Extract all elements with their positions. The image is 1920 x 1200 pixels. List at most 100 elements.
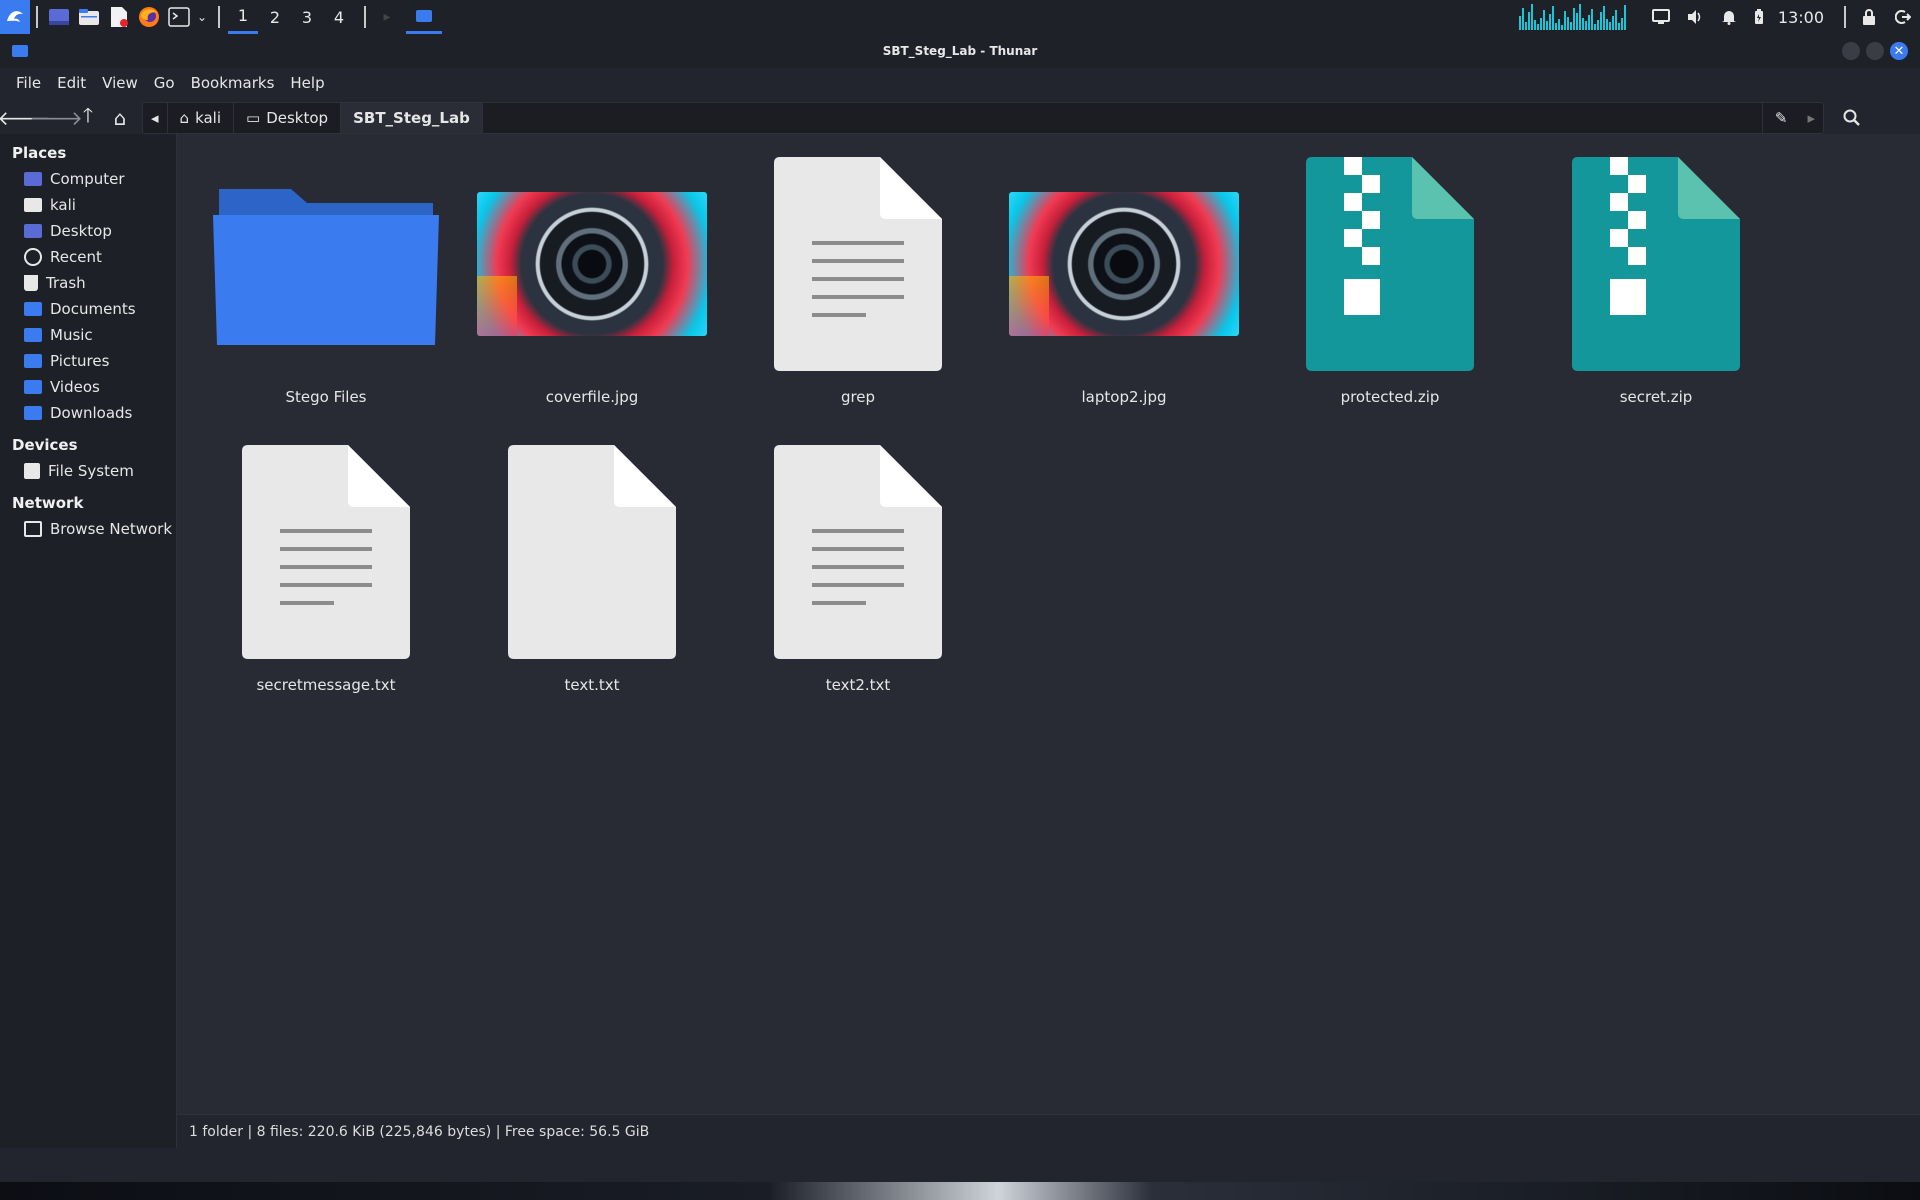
music-folder-icon (24, 328, 42, 342)
sidebar-item-downloads[interactable]: Downloads (0, 400, 176, 426)
terminal-icon[interactable] (164, 0, 194, 34)
sidebar-item-trash[interactable]: Trash (0, 270, 176, 296)
window-title: SBT_Steg_Lab - Thunar (882, 44, 1038, 58)
image-thumbnail (1009, 192, 1239, 336)
lock-icon[interactable] (1852, 0, 1886, 34)
file-item[interactable]: grep (725, 154, 991, 416)
sidebar-item-music[interactable]: Music (0, 322, 176, 348)
home-small-icon: ⌂ (179, 109, 190, 127)
folder-window-icon (12, 45, 28, 57)
close-button[interactable]: ✕ (1890, 42, 1908, 60)
taskbar-thunar-button[interactable] (406, 0, 442, 34)
trash-icon (24, 275, 38, 291)
file-item[interactable]: laptop2.jpg (991, 154, 1257, 416)
forward-arrow-icon[interactable]: 🡒 (29, 102, 83, 134)
menu-bookmarks[interactable]: Bookmarks (183, 74, 283, 92)
minimize-button[interactable] (1842, 42, 1860, 60)
status-text: 1 folder | 8 files: 220.6 KiB (225,846 b… (189, 1123, 650, 1140)
workspace-2[interactable]: 2 (260, 0, 290, 34)
breadcrumb-kali[interactable]: ⌂ kali (168, 103, 235, 133)
workspace-4[interactable]: 4 (324, 0, 354, 34)
sidebar-item-kali[interactable]: kali (0, 192, 176, 218)
file-name: secret.zip (1619, 388, 1693, 406)
menu-file[interactable]: File (8, 74, 49, 92)
file-item[interactable]: secretmessage.txt (193, 442, 459, 704)
file-item[interactable]: secret.zip (1523, 154, 1789, 416)
sidebar-item-documents[interactable]: Documents (0, 296, 176, 322)
search-icon[interactable] (1836, 102, 1868, 134)
sidebar-header-devices: Devices (12, 436, 78, 454)
file-view: Stego Files coverfile.jpg grep laptop2.j… (177, 134, 1920, 1148)
recent-clock-icon (24, 248, 42, 266)
file-item[interactable]: protected.zip (1257, 154, 1523, 416)
clock[interactable]: 13:00 (1778, 8, 1824, 27)
breadcrumb-current[interactable]: SBT_Steg_Lab (341, 103, 483, 133)
videos-folder-icon (24, 380, 42, 394)
sidebar-header-network: Network (12, 494, 84, 512)
scroll-left-icon[interactable]: ◂ (143, 103, 168, 133)
up-arrow-icon[interactable]: 🡑 (72, 102, 104, 134)
sidebar-item-browse-network[interactable]: Browse Network (0, 516, 176, 542)
file-name: Stego Files (285, 388, 367, 406)
file-manager-icon[interactable] (74, 0, 104, 34)
top-panel: ⌄ 1 2 3 4 ▸ 13:00 (0, 0, 1920, 34)
zip-file-icon (1306, 157, 1474, 371)
menu-bar: File Edit View Go Bookmarks Help (0, 68, 1920, 98)
sidebar: Places Computer kali Desktop Recent Tras… (0, 134, 177, 1148)
breadcrumb-desktop[interactable]: ▭ Desktop (234, 103, 342, 133)
firefox-icon[interactable] (134, 0, 164, 34)
logout-icon[interactable] (1886, 0, 1920, 34)
window-button-placeholder-icon: ▸ (383, 9, 391, 25)
documents-folder-icon (24, 302, 42, 316)
folder-icon (211, 154, 441, 374)
file-name: text.txt (564, 676, 620, 694)
file-name: protected.zip (1340, 388, 1440, 406)
chevron-down-icon[interactable]: ⌄ (194, 0, 210, 34)
drive-icon (24, 463, 40, 479)
text-file-icon (774, 445, 942, 659)
status-bar: 1 folder | 8 files: 220.6 KiB (225,846 b… (177, 1114, 1920, 1148)
file-name: grep (840, 388, 876, 406)
notification-bell-icon[interactable] (1712, 0, 1746, 34)
text-editor-icon[interactable] (104, 0, 134, 34)
text-file-icon (242, 445, 410, 659)
computer-icon (24, 172, 42, 186)
volume-icon[interactable] (1678, 0, 1712, 34)
text-file-icon (774, 157, 942, 371)
battery-icon[interactable] (1746, 0, 1772, 34)
blank-file-icon (508, 445, 676, 659)
menu-go[interactable]: Go (146, 74, 183, 92)
show-desktop-icon[interactable] (44, 0, 74, 34)
menu-help[interactable]: Help (282, 74, 332, 92)
file-item[interactable]: text2.txt (725, 442, 991, 704)
maximize-button[interactable] (1866, 42, 1884, 60)
menu-view[interactable]: View (94, 74, 146, 92)
cpu-graph (1518, 4, 1626, 30)
file-name: secretmessage.txt (256, 676, 396, 694)
scroll-right-icon[interactable]: ▸ (1799, 103, 1823, 133)
sidebar-item-computer[interactable]: Computer (0, 166, 176, 192)
network-icon (24, 521, 42, 537)
sidebar-item-videos[interactable]: Videos (0, 374, 176, 400)
file-item[interactable]: coverfile.jpg (459, 154, 725, 416)
home-icon[interactable]: ⌂ (104, 102, 136, 134)
edit-path-icon[interactable]: ✎ (1761, 103, 1800, 133)
menu-edit[interactable]: Edit (49, 74, 94, 92)
file-item[interactable]: Stego Files (193, 154, 459, 416)
pictures-folder-icon (24, 354, 42, 368)
title-bar[interactable]: SBT_Steg_Lab - Thunar ✕ (0, 34, 1920, 68)
downloads-folder-icon (24, 406, 42, 420)
file-item[interactable]: text.txt (459, 442, 725, 704)
sidebar-item-file-system[interactable]: File System (0, 458, 176, 484)
sidebar-item-pictures[interactable]: Pictures (0, 348, 176, 374)
file-name: coverfile.jpg (545, 388, 639, 406)
display-icon[interactable] (1644, 0, 1678, 34)
workspace-3[interactable]: 3 (292, 0, 322, 34)
desktop-icon (24, 224, 42, 238)
sidebar-item-desktop[interactable]: Desktop (0, 218, 176, 244)
workspace-1[interactable]: 1 (228, 0, 258, 34)
image-thumbnail (477, 192, 707, 336)
desktop-small-icon: ▭ (246, 109, 261, 127)
sidebar-item-recent[interactable]: Recent (0, 244, 176, 270)
kali-menu-icon[interactable] (0, 0, 30, 34)
